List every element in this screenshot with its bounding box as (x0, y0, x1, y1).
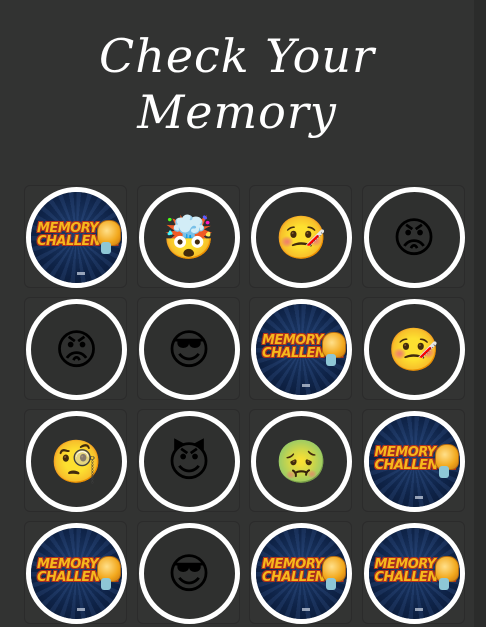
memory-challenge-logo: MEMORY CHALLENGE (262, 334, 344, 360)
card-frame: MEMORY CHALLENGE (26, 523, 127, 624)
hand-icon (438, 578, 449, 590)
memory-card[interactable]: 🤒 (249, 185, 352, 288)
logo-mark (77, 608, 85, 611)
logo-mark (77, 272, 85, 275)
card-back: MEMORY CHALLENGE (31, 528, 122, 619)
card-frame: MEMORY CHALLENGE (363, 411, 465, 512)
logo-mark (414, 608, 423, 611)
memory-card[interactable]: MEMORY CHALLENGE (249, 297, 352, 400)
memory-card[interactable]: 😈 (136, 409, 240, 512)
card-frame: 😎 (138, 523, 240, 624)
memory-card[interactable]: 😎 (136, 521, 240, 624)
sunglasses-face-icon: 😎 (167, 548, 211, 598)
angry-face-icon: 😡 (54, 324, 99, 374)
hand-icon (438, 466, 449, 478)
card-back: MEMORY CHALLENGE (256, 528, 347, 619)
angry-face-icon: 😡 (392, 212, 436, 262)
card-frame: 🤒 (251, 187, 352, 288)
card-frame: MEMORY CHALLENGE (251, 299, 352, 400)
monocle-face-icon: 🧐 (50, 436, 103, 486)
title-line-2: Memory (137, 85, 337, 139)
card-frame: 😡 (363, 187, 465, 288)
memory-card[interactable]: MEMORY CHALLENGE (249, 521, 352, 624)
card-frame: 😎 (138, 299, 240, 400)
card-frame: 🧐 (26, 411, 127, 512)
logo-mark (302, 608, 310, 611)
memory-card[interactable]: MEMORY CHALLENGE (24, 185, 127, 288)
memory-card[interactable]: 🤯 (136, 185, 240, 288)
face-with-thermometer-icon: 🤒 (387, 324, 441, 374)
smiling-devil-icon: 😈 (167, 436, 211, 486)
card-frame: 🤯 (138, 187, 240, 288)
sunglasses-face-icon: 😎 (167, 324, 211, 374)
card-back: MEMORY CHALLENGE (256, 304, 347, 395)
memory-challenge-logo: MEMORY CHALLENGE (37, 222, 119, 248)
memory-card[interactable]: MEMORY CHALLENGE (361, 409, 465, 512)
card-frame: 🤒 (363, 299, 465, 400)
card-frame: MEMORY CHALLENGE (26, 187, 127, 288)
memory-card[interactable]: 😡 (24, 297, 127, 400)
memory-card[interactable]: 🧐 (24, 409, 127, 512)
memory-challenge-logo: MEMORY CHALLENGE (37, 558, 119, 584)
hand-icon (101, 242, 111, 254)
scrollbar-track[interactable] (474, 0, 486, 627)
nauseated-face-icon: 🤢 (275, 436, 328, 486)
memory-card[interactable]: 😎 (136, 297, 240, 400)
card-back: MEMORY CHALLENGE (368, 528, 460, 619)
memory-board: MEMORY CHALLENGE 🤯 🤒 😡 😡 😎 MEMORY CHALLENGE 🤒 🧐 😈 🤢 M… (24, 185, 465, 627)
memory-challenge-logo: MEMORY CHALLENGE (375, 446, 457, 472)
memory-challenge-logo: MEMORY CHALLENGE (262, 558, 344, 584)
memory-card[interactable]: 🤢 (249, 409, 352, 512)
title-line-1: Check Your (99, 29, 375, 83)
page-title: Check Your Memory (0, 28, 474, 140)
memory-card[interactable]: 😡 (361, 185, 465, 288)
card-frame: MEMORY CHALLENGE (251, 523, 352, 624)
exploding-head-icon: 🤯 (162, 212, 216, 262)
card-back: MEMORY CHALLENGE (368, 416, 460, 507)
logo-mark (302, 384, 310, 387)
card-frame: 😡 (26, 299, 127, 400)
memory-challenge-logo: MEMORY CHALLENGE (375, 558, 457, 584)
card-frame: 😈 (138, 411, 240, 512)
memory-card[interactable]: MEMORY CHALLENGE (24, 521, 127, 624)
memory-card[interactable]: 🤒 (361, 297, 465, 400)
card-back: MEMORY CHALLENGE (31, 192, 122, 283)
card-frame: 🤢 (251, 411, 352, 512)
hand-icon (326, 354, 336, 366)
hand-icon (326, 578, 336, 590)
face-with-thermometer-icon: 🤒 (275, 212, 328, 262)
memory-card[interactable]: MEMORY CHALLENGE (361, 521, 465, 624)
card-frame: MEMORY CHALLENGE (363, 523, 465, 624)
hand-icon (101, 578, 111, 590)
logo-mark (414, 496, 423, 499)
